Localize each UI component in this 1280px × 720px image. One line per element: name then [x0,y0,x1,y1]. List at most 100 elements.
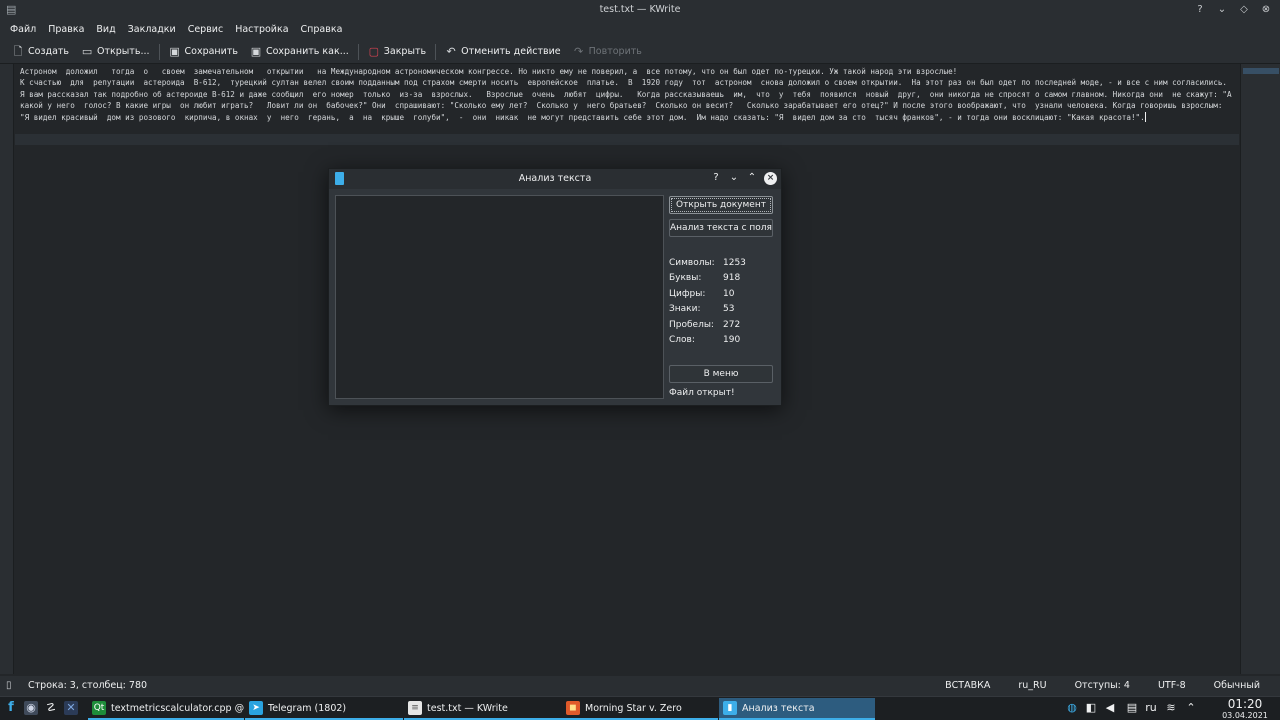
fedora-menu-icon[interactable]: f [4,701,18,715]
image-icon: ◼ [566,701,580,715]
save-button[interactable]: ▣ Сохранить [163,41,244,63]
stat-row: Пробелы: 272 [669,317,779,333]
toolbar-separator [435,43,437,60]
clock[interactable]: 01:20 03.04.2021 [1218,697,1272,720]
editor-content: Астроном доложил тогда о своем замечател… [20,67,1232,122]
menu-help[interactable]: Справка [295,20,349,40]
help-icon[interactable]: ? [710,171,722,185]
new-button-label: Создать [28,46,70,57]
menu-file[interactable]: Файл [4,20,42,40]
task-text-analysis[interactable]: ▮ Анализ текста [719,698,875,720]
terminal-launcher-icon[interactable]: ☡ [44,701,58,715]
text-cursor [1144,111,1146,122]
volume-icon[interactable]: ◀ [1103,701,1117,715]
input-mode[interactable]: ВСТАВКА [945,680,990,691]
task-telegram[interactable]: ➤ Telegram (1802) [245,698,403,720]
open-button-label: Открыть... [97,46,150,57]
editor-minimap[interactable] [1240,64,1280,674]
analyze-text-button[interactable]: Анализ текста с поля [669,219,773,237]
window-titlebar: ▤ test.txt — KWrite ? ⌄ ◇ ⊗ [0,0,1280,20]
save-as-button[interactable]: ▣ Сохранить как... [244,41,355,63]
close-document-icon: ▢ [368,44,379,58]
redo-button-label: Повторить [588,46,642,57]
status-message: Файл открыт! [669,388,735,398]
highlight-mode[interactable]: Обычный [1214,680,1260,691]
menu-tools[interactable]: Сервис [182,20,230,40]
cursor-position[interactable]: Строка: 3, столбец: 780 [28,680,147,691]
stat-value: 190 [723,335,741,346]
text-analysis-dialog: Анализ текста ? ⌄ ⌃ × Открыть документ А… [328,168,782,406]
stat-row: Буквы: 918 [669,271,779,287]
document-status-icon: ▯ [6,680,12,691]
screenshot-icon[interactable]: ◧ [1084,701,1098,715]
status-bar: ▯ Строка: 3, столбец: 780 ВСТАВКА ru_RU … [0,676,1280,696]
redo-button[interactable]: ↷ Повторить [567,41,648,63]
task-kwrite[interactable]: ≡ test.txt — KWrite [404,698,562,720]
text-input-area[interactable] [335,195,664,399]
code-editor-launcher-icon[interactable]: ✕ [64,701,78,715]
stat-label: Символы: [669,257,715,268]
task-morning-star[interactable]: ◼ Morning Star v. Zero [562,698,718,720]
updates-icon[interactable]: ◍ [1065,701,1079,715]
menu-bar: Файл Правка Вид Закладки Сервис Настройк… [0,20,1280,40]
maximize-icon[interactable]: ◇ [1238,3,1250,17]
help-icon[interactable]: ? [1194,3,1206,17]
back-to-menu-button[interactable]: В меню [669,365,773,383]
new-button[interactable]: 🗋 Создать [6,41,75,63]
stat-label: Цифры: [669,288,706,299]
stats-panel: Символы: 1253 Буквы: 918 Цифры: 10 Знаки… [669,255,779,348]
editor-gutter [0,64,14,674]
stat-value: 10 [723,288,735,299]
app-icon: ▮ [723,701,737,715]
stat-value: 1253 [723,257,746,268]
close-window-icon[interactable]: ⊗ [1260,3,1272,17]
new-document-icon: 🗋 [13,44,23,58]
menu-settings[interactable]: Настройка [229,20,294,40]
menu-bookmarks[interactable]: Закладки [122,20,182,40]
task-label: Morning Star v. Zero [585,702,682,714]
clock-date: 03.04.2021 [1222,711,1268,720]
indent-settings[interactable]: Отступы: 4 [1075,680,1130,691]
window-title: test.txt — KWrite [599,4,681,15]
open-document-button[interactable]: Открыть документ [669,196,773,214]
task-textmetricscalculator[interactable]: Qt textmetricscalculator.cpp @ ... [88,698,244,720]
minimize-icon[interactable]: ⌄ [728,171,740,185]
toolbar-separator [158,43,160,60]
stat-label: Буквы: [669,273,702,284]
wifi-icon[interactable]: ≋ [1164,701,1178,715]
encoding[interactable]: UTF-8 [1158,680,1186,691]
close-button-label: Закрыть [383,46,427,57]
discord-icon[interactable]: ◉ [24,701,38,715]
minimize-icon[interactable]: ⌄ [1216,3,1228,17]
menu-edit[interactable]: Правка [42,20,90,40]
open-button[interactable]: ▭ Открыть... [75,41,155,63]
maximize-icon[interactable]: ⌃ [746,171,758,185]
stat-row: Знаки: 53 [669,302,779,318]
minimap-viewport[interactable] [1243,68,1279,74]
tray-expand-icon[interactable]: ⌃ [1184,701,1198,715]
stat-label: Пробелы: [669,319,714,330]
current-line-highlight [15,134,1239,145]
close-icon[interactable]: × [764,171,777,185]
stat-row: Символы: 1253 [669,255,779,271]
stat-value: 53 [723,304,735,315]
stat-value: 918 [723,273,741,284]
save-as-button-label: Сохранить как... [265,46,349,57]
save-as-icon: ▣ [250,44,262,58]
stat-label: Слов: [669,335,695,346]
undo-button[interactable]: ↶ Отменить действие [439,41,567,63]
telegram-icon: ➤ [249,701,263,715]
clipboard-icon[interactable]: ▤ [1125,701,1139,715]
keyboard-layout[interactable]: ru [1141,701,1161,715]
taskbar: f ◉ ☡ ✕ Qt textmetricscalculator.cpp @ .… [0,696,1280,720]
editor-text[interactable]: Астроном доложил тогда о своем замечател… [20,66,1235,123]
redo-icon: ↷ [574,44,584,58]
close-button[interactable]: ▢ Закрыть [362,41,432,63]
stat-row: Цифры: 10 [669,286,779,302]
dictionary-language[interactable]: ru_RU [1018,680,1046,691]
task-label: textmetricscalculator.cpp @ ... [111,702,244,714]
stat-label: Знаки: [669,304,701,315]
menu-view[interactable]: Вид [90,20,121,40]
clock-time: 01:20 [1227,697,1263,711]
task-label: test.txt — KWrite [427,702,508,714]
